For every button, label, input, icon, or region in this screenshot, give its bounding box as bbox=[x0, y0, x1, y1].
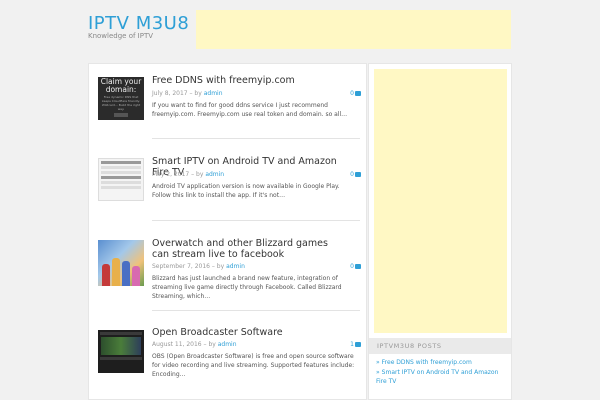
post-title-link[interactable]: Overwatch and other Blizzard games can s… bbox=[152, 238, 342, 260]
post-thumbnail[interactable] bbox=[98, 240, 144, 286]
post-excerpt: OBS (Open Broadcaster Software) is free … bbox=[152, 353, 355, 378]
recent-post-label: Smart IPTV on Android TV and Amazon Fire… bbox=[376, 369, 499, 385]
sidebar: IPTVM3U8 POSTS » Free DDNS with freemyip.… bbox=[368, 63, 512, 400]
post-date: August 11, 2016 bbox=[152, 341, 202, 348]
comment-count: 1 bbox=[350, 341, 354, 348]
comment-count-link[interactable]: 0 bbox=[350, 171, 361, 178]
post-thumbnail[interactable]: Claim your domain: Free dynamic DNS that… bbox=[98, 77, 144, 120]
site-description: Knowledge of IPTV bbox=[88, 32, 154, 40]
thumbnail-graphic bbox=[100, 357, 142, 360]
comment-bubble-icon bbox=[355, 91, 361, 96]
post-author-link[interactable]: admin bbox=[226, 263, 245, 270]
thumbnail-graphic bbox=[102, 264, 110, 286]
comment-count: 0 bbox=[350, 90, 354, 97]
post-by-label: – by bbox=[201, 341, 218, 348]
site-title[interactable]: IPTV M3U8 bbox=[88, 13, 189, 34]
comment-count-link[interactable]: 0 bbox=[350, 90, 361, 97]
arrow-icon: » bbox=[376, 369, 380, 376]
post-meta: August 11, 2016 – by admin bbox=[152, 341, 237, 348]
post-by-label: – by bbox=[189, 171, 206, 178]
arrow-icon: » bbox=[376, 359, 380, 366]
comment-count: 0 bbox=[350, 263, 354, 270]
post-by-label: – by bbox=[209, 263, 227, 270]
post-author-link[interactable]: admin bbox=[204, 90, 223, 97]
thumbnail-graphic bbox=[101, 181, 141, 184]
thumbnail-button-graphic bbox=[114, 113, 128, 117]
post-meta: July 8, 2017 – by admin bbox=[152, 90, 223, 97]
recent-post-link[interactable]: » Free DDNS with freemyip.com bbox=[376, 359, 506, 368]
thumbnail-graphic bbox=[132, 266, 140, 286]
sidebar-ad-placeholder bbox=[374, 69, 507, 333]
comment-count-link[interactable]: 0 bbox=[350, 263, 361, 270]
comment-count: 0 bbox=[350, 171, 354, 178]
post-title-link[interactable]: Open Broadcaster Software bbox=[152, 327, 342, 338]
comment-bubble-icon bbox=[355, 264, 361, 269]
thumbnail-graphic bbox=[122, 261, 130, 286]
header-ad-placeholder bbox=[196, 10, 511, 49]
thumbnail-graphic bbox=[101, 166, 141, 169]
recent-post-label: Free DDNS with freemyip.com bbox=[381, 359, 472, 366]
post-thumbnail[interactable] bbox=[98, 330, 144, 373]
post-date: May 2, 2017 bbox=[152, 171, 190, 178]
post-divider bbox=[152, 220, 360, 221]
recent-post-link[interactable]: » Smart IPTV on Android TV and Amazon Fir… bbox=[376, 369, 506, 386]
comment-bubble-icon bbox=[355, 342, 361, 347]
post-author-link[interactable]: admin bbox=[218, 341, 237, 348]
recent-posts-list: » Free DDNS with freemyip.com » Smart IPTV… bbox=[376, 359, 506, 388]
post-excerpt: If you want to find for good ddns servic… bbox=[152, 102, 348, 118]
post-list: Claim your domain: Free dynamic DNS that… bbox=[88, 63, 367, 400]
post-by-label: – by bbox=[187, 90, 204, 97]
post-divider bbox=[152, 310, 360, 311]
post-meta: September 7, 2016 – by admin bbox=[152, 263, 245, 270]
thumbnail-graphic bbox=[101, 161, 141, 164]
post-excerpt: Blizzard has just launched a brand new f… bbox=[152, 275, 342, 300]
thumbnail-heading: Claim your domain: bbox=[100, 77, 142, 94]
post-date: July 8, 2017 bbox=[152, 90, 188, 97]
post-title-link[interactable]: Free DDNS with freemyip.com bbox=[152, 75, 342, 86]
thumbnail-graphic bbox=[101, 176, 141, 179]
comment-bubble-icon bbox=[355, 172, 361, 177]
thumbnail-graphic bbox=[112, 258, 120, 286]
widget-title: IPTVM3U8 POSTS bbox=[369, 338, 511, 354]
thumbnail-graphic bbox=[100, 332, 142, 335]
thumbnail-graphic bbox=[101, 186, 141, 189]
post-date: September 7, 2016 bbox=[152, 263, 210, 270]
post-divider bbox=[152, 138, 360, 139]
post-thumbnail[interactable] bbox=[98, 158, 144, 201]
thumbnail-graphic bbox=[101, 337, 141, 355]
post-excerpt: Android TV application version is now av… bbox=[152, 183, 340, 199]
comment-count-link[interactable]: 1 bbox=[350, 341, 361, 348]
thumbnail-text: Free dynamic DNS that keeps Cloudflare f… bbox=[101, 95, 141, 111]
post-meta: May 2, 2017 – by admin bbox=[152, 171, 224, 178]
post-author-link[interactable]: admin bbox=[205, 171, 224, 178]
thumbnail-graphic bbox=[101, 171, 141, 174]
